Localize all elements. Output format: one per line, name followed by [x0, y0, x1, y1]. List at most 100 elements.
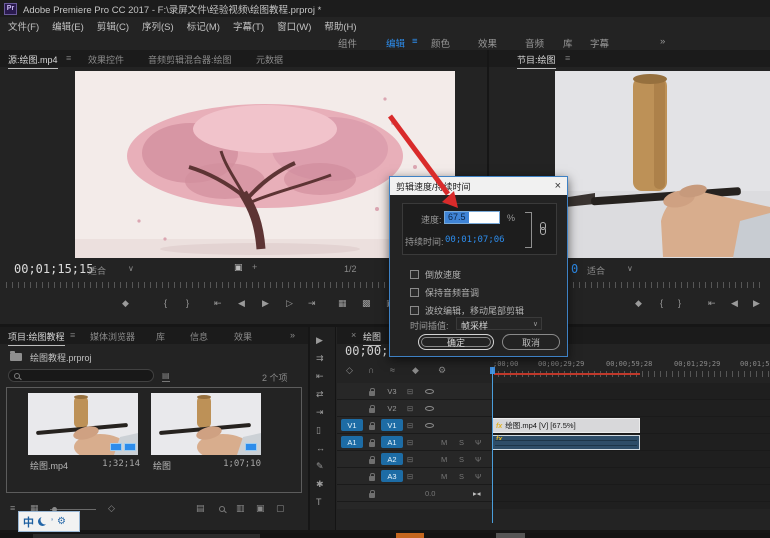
menu-help[interactable]: 帮助(H) — [324, 19, 356, 33]
menu-marker[interactable]: 标记(M) — [187, 19, 220, 33]
lock-icon[interactable] — [369, 473, 375, 481]
source-track-icon[interactable]: ⊟ — [407, 387, 413, 396]
project-search-input[interactable] — [8, 369, 154, 382]
panel-menu-icon[interactable]: ≡ — [565, 53, 570, 63]
mark-in-icon[interactable]: { — [660, 298, 663, 308]
track-button-a3[interactable]: A3 — [381, 470, 403, 482]
add-marker-icon[interactable]: ◆ — [635, 298, 642, 309]
timeline-ruler[interactable]: ;00;00 00;00;29;29 00;00;59;28 00;01;29;… — [492, 358, 770, 380]
close-tab-icon[interactable]: × — [351, 330, 356, 340]
mark-out-icon[interactable]: } — [678, 298, 681, 308]
snap-icon[interactable]: ∩ — [368, 365, 374, 375]
workspace-tab-effects[interactable]: 效果 — [478, 36, 497, 50]
voiceover-mic-icon[interactable]: Ψ — [475, 455, 481, 464]
insert-icon[interactable]: ▦ — [338, 298, 347, 309]
voiceover-mic-icon[interactable]: Ψ — [475, 438, 481, 447]
zoom-slider[interactable] — [50, 507, 96, 512]
filter-bin-icon[interactable]: ▤ — [162, 371, 170, 382]
play-icon[interactable]: ▶ — [262, 298, 269, 309]
mute-button[interactable]: M — [441, 438, 447, 447]
tab-project[interactable]: 项目:绘图教程 — [8, 330, 65, 346]
menu-sequence[interactable]: 序列(S) — [142, 19, 174, 33]
project-bin-name[interactable]: 绘图教程.prproj — [30, 351, 92, 364]
program-zoom-dropdown-icon[interactable]: ∨ — [627, 264, 633, 273]
playhead-line[interactable] — [492, 367, 493, 523]
workspace-overflow-icon[interactable]: » — [660, 36, 665, 47]
step-back-icon[interactable]: ◀ — [731, 298, 738, 309]
source-settings-icon[interactable]: ▣ — [234, 262, 243, 273]
tab-effects[interactable]: 效果 — [234, 330, 252, 343]
maintain-audio-pitch-checkbox[interactable] — [410, 288, 419, 297]
mute-button[interactable]: M — [441, 455, 447, 464]
tab-libraries[interactable]: 库 — [156, 330, 165, 343]
ripple-edit-tool[interactable]: ⇤ — [316, 371, 324, 382]
overwrite-icon[interactable]: ▩ — [362, 298, 371, 309]
fit-timeline-icon[interactable]: ▸◂ — [473, 489, 481, 498]
button-editor-icon[interactable]: + — [252, 262, 257, 272]
track-output-eye-icon[interactable] — [425, 423, 434, 428]
tab-media-browser[interactable]: 媒体浏览器 — [90, 330, 135, 343]
tab-program[interactable]: 节目:绘图 — [517, 53, 556, 69]
reverse-speed-checkbox[interactable] — [410, 270, 419, 279]
new-item-icon[interactable]: ▣ — [256, 503, 265, 514]
track-button-a2[interactable]: A2 — [381, 453, 403, 465]
find-icon[interactable] — [219, 506, 225, 512]
program-zoom-select[interactable]: 适合 — [587, 264, 605, 277]
ripple-edit-checkbox[interactable] — [410, 306, 419, 315]
source-track-icon[interactable]: ⊟ — [407, 472, 413, 481]
automate-to-sequence-icon[interactable]: ◇ — [108, 503, 115, 514]
mark-out-icon[interactable]: } — [186, 298, 189, 308]
master-level-value[interactable]: 0.0 — [425, 489, 435, 498]
workspace-tab-color[interactable]: 颜色 — [431, 36, 450, 50]
selection-tool[interactable]: ▶ — [316, 335, 323, 346]
speed-input[interactable]: 67.5 — [444, 211, 500, 224]
solo-button[interactable]: S — [459, 472, 464, 481]
add-marker-icon[interactable]: ◆ — [122, 298, 129, 309]
lock-icon[interactable] — [369, 422, 375, 430]
add-marker-icon[interactable]: ◆ — [412, 365, 419, 376]
source-track-icon[interactable]: ⊟ — [407, 421, 413, 430]
source-patch-a1[interactable]: A1 — [341, 436, 363, 448]
workspace-tab-libraries[interactable]: 库 — [563, 36, 573, 50]
cancel-button[interactable]: 取消 — [502, 334, 560, 350]
lock-icon[interactable] — [369, 439, 375, 447]
nest-toggle-icon[interactable]: ◇ — [346, 365, 353, 376]
clip-name[interactable]: 绘图.mp4 — [30, 459, 68, 472]
ime-mode-moon-icon[interactable] — [38, 517, 47, 526]
track-output-eye-icon[interactable] — [425, 406, 434, 411]
lock-icon[interactable] — [369, 490, 375, 498]
project-item-sequence[interactable]: 绘图 1;07;10 — [151, 393, 263, 473]
mark-in-icon[interactable]: { — [164, 298, 167, 308]
mute-button[interactable]: M — [441, 472, 447, 481]
go-to-out-icon[interactable]: ⇥ — [308, 298, 316, 309]
source-zoom-select[interactable]: 适合 — [88, 264, 106, 277]
tab-audio-clip-mixer[interactable]: 音频剪辑混合器:绘图 — [148, 53, 232, 66]
play-icon[interactable]: ▶ — [753, 298, 760, 309]
menu-window[interactable]: 窗口(W) — [277, 19, 311, 33]
link-speed-duration-icon[interactable] — [540, 222, 546, 235]
tab-info[interactable]: 信息 — [190, 330, 208, 343]
tab-metadata[interactable]: 元数据 — [256, 53, 283, 66]
ime-settings-gear-icon[interactable]: ⚙ — [57, 516, 66, 527]
solo-button[interactable]: S — [459, 455, 464, 464]
panel-menu-icon[interactable]: ≡ — [66, 53, 71, 63]
menu-edit[interactable]: 编辑(E) — [52, 19, 84, 33]
workspace-tab-audio[interactable]: 音频 — [525, 36, 544, 50]
source-resolution-select[interactable]: 1/2 — [344, 264, 357, 274]
menu-file[interactable]: 文件(F) — [8, 19, 39, 33]
source-track-icon[interactable]: ⊟ — [407, 438, 413, 447]
pen-tool[interactable]: ✎ — [316, 461, 324, 472]
timeline-settings-icon[interactable]: ⚙ — [438, 365, 446, 376]
menu-clip[interactable]: 剪辑(C) — [97, 19, 129, 33]
program-timecode[interactable]: 0 — [571, 262, 578, 276]
razor-tool[interactable]: ▯ — [316, 425, 321, 436]
panel-menu-icon[interactable]: ≡ — [70, 330, 75, 340]
track-button-v3[interactable]: V3 — [381, 385, 403, 397]
time-interpolation-select[interactable]: 帧采样 ∨ — [456, 317, 542, 331]
ok-button[interactable]: 确定 — [418, 334, 494, 350]
trash-icon[interactable]: ▢ — [276, 503, 285, 514]
source-patch-v1[interactable]: V1 — [341, 419, 363, 431]
new-bin-icon[interactable]: ▥ — [236, 503, 245, 514]
duration-value[interactable]: 00;01;07;06 — [445, 235, 505, 245]
track-select-forward-tool[interactable]: ⇉ — [316, 353, 324, 364]
